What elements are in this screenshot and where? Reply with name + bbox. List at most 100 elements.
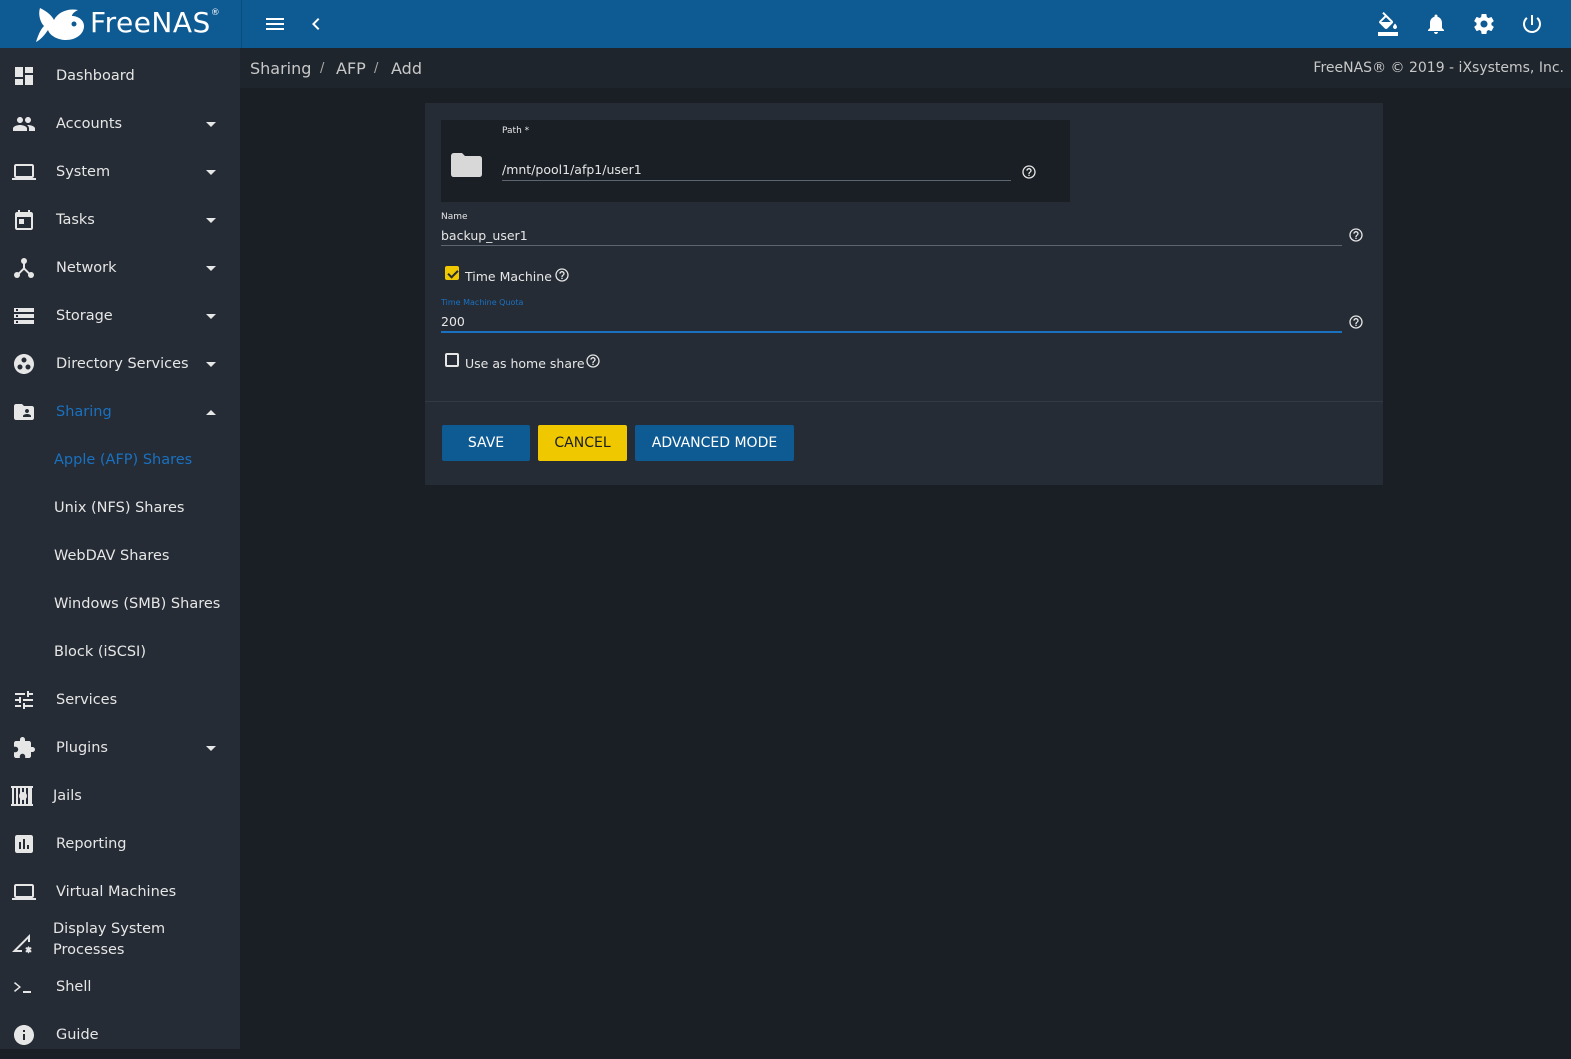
help-icon[interactable]: [1021, 164, 1037, 180]
sidebar-item-label: Display System Processes: [53, 921, 166, 958]
sidebar-subitem-smb-shares[interactable]: Windows (SMB) Shares: [0, 580, 240, 628]
sidebar-item-display-system-processes[interactable]: Display System Processes: [0, 914, 240, 966]
breadcrumb-add: Add: [391, 59, 422, 78]
cancel-button[interactable]: CANCEL: [538, 425, 627, 461]
chevron-down-icon: [206, 313, 216, 319]
chevron-left-icon[interactable]: [304, 12, 328, 36]
dashboard-icon: [12, 64, 36, 88]
sidebar-item-guide[interactable]: Guide: [0, 1011, 240, 1059]
help-icon[interactable]: [554, 267, 570, 283]
sidebar-subitem-iscsi[interactable]: Block (iSCSI): [0, 628, 240, 676]
power-icon[interactable]: [1520, 12, 1544, 36]
sidebar-item-virtual-machines[interactable]: Virtual Machines: [0, 868, 240, 916]
time-machine-quota-input[interactable]: 200: [441, 314, 465, 329]
accounts-icon: [12, 112, 36, 136]
home-share-label: Use as home share: [465, 356, 585, 371]
logo-area: FreeNAS®: [0, 0, 242, 48]
sidebar-item-label: Guide: [56, 1027, 99, 1043]
sidebar-item-services[interactable]: Services: [0, 676, 240, 724]
help-icon[interactable]: [1348, 314, 1364, 330]
chevron-down-icon: [206, 265, 216, 271]
calendar-icon: [12, 208, 36, 232]
sidebar-item-accounts[interactable]: Accounts: [0, 100, 240, 148]
jail-icon: [10, 784, 34, 808]
name-input[interactable]: backup_user1: [441, 228, 528, 243]
sidebar-subitem-nfs-shares[interactable]: Unix (NFS) Shares: [0, 484, 240, 532]
sidebar-item-shell[interactable]: Shell: [0, 963, 240, 1011]
advanced-mode-button[interactable]: ADVANCED MODE: [635, 425, 794, 461]
time-machine-quota-label: Time Machine Quota: [441, 298, 524, 307]
terminal-icon: [12, 975, 36, 999]
sidebar-subitem-webdav-shares[interactable]: WebDAV Shares: [0, 532, 240, 580]
chevron-up-icon: [206, 409, 216, 415]
sidebar-item-plugins[interactable]: Plugins: [0, 724, 240, 772]
laptop-icon: [12, 880, 36, 904]
logo-text: FreeNAS®: [90, 6, 221, 39]
sidebar-item-label: Plugins: [56, 740, 108, 756]
sidebar-item-label: Sharing: [56, 404, 112, 420]
freenas-logo-icon: [36, 8, 84, 42]
time-machine-checkbox[interactable]: [445, 266, 459, 280]
chevron-down-icon: [206, 169, 216, 175]
sidebar-item-directory-services[interactable]: Directory Services: [0, 340, 240, 388]
chevron-down-icon: [206, 121, 216, 127]
afp-share-form: Path * /mnt/pool1/afp1/user1 Name backup…: [425, 103, 1383, 485]
name-label: Name: [441, 212, 468, 222]
sidebar-item-network[interactable]: Network: [0, 244, 240, 292]
form-divider: [425, 401, 1383, 402]
sidebar-item-dashboard[interactable]: Dashboard: [0, 52, 240, 100]
sidebar-item-system[interactable]: System: [0, 148, 240, 196]
sidebar-subitem-label: Unix (NFS) Shares: [54, 500, 185, 516]
path-input[interactable]: /mnt/pool1/afp1/user1: [502, 162, 642, 177]
help-icon[interactable]: [585, 353, 601, 369]
chart-icon: [12, 832, 36, 856]
help-icon[interactable]: [1348, 227, 1364, 243]
processes-icon: [10, 930, 34, 954]
breadcrumb-afp[interactable]: AFP: [336, 59, 366, 78]
sidebar-subitem-afp-shares[interactable]: Apple (AFP) Shares: [0, 436, 240, 484]
gear-icon[interactable]: [1472, 12, 1496, 36]
menu-icon[interactable]: [263, 12, 287, 36]
chevron-down-icon: [206, 361, 216, 367]
storage-icon: [12, 304, 36, 328]
breadcrumb-sharing[interactable]: Sharing: [250, 59, 311, 78]
network-icon: [12, 256, 36, 280]
path-explorer: Path * /mnt/pool1/afp1/user1: [441, 120, 1070, 202]
sidebar-item-label: Virtual Machines: [56, 884, 177, 900]
folder-icon[interactable]: [451, 153, 482, 177]
sidebar-item-storage[interactable]: Storage: [0, 292, 240, 340]
sidebar-item-label: Services: [56, 692, 118, 708]
info-icon: [12, 1023, 36, 1047]
sidebar-item-label: Tasks: [56, 212, 95, 228]
sidebar-subitem-label: Windows (SMB) Shares: [54, 596, 221, 612]
theme-paint-icon[interactable]: [1376, 12, 1400, 36]
name-underline: [441, 245, 1342, 246]
time-machine-label: Time Machine: [465, 269, 552, 284]
breadcrumb-separator: /: [374, 61, 379, 76]
sidebar-item-tasks[interactable]: Tasks: [0, 196, 240, 244]
sidebar-item-label: Reporting: [56, 836, 127, 852]
chevron-down-icon: [206, 745, 216, 751]
directory-icon: [12, 352, 36, 376]
sidebar-subitem-label: Block (iSCSI): [54, 644, 146, 660]
sidebar-subitem-label: Apple (AFP) Shares: [54, 452, 193, 468]
time-machine-quota-underline: [441, 331, 1342, 333]
top-bar: FreeNAS®: [0, 0, 1571, 48]
sidebar-item-sharing[interactable]: Sharing: [0, 388, 240, 436]
path-label: Path *: [502, 126, 530, 136]
sidebar-item-label: Shell: [56, 979, 92, 995]
sidebar-item-label: Dashboard: [56, 68, 135, 84]
sidebar-item-reporting[interactable]: Reporting: [0, 820, 240, 868]
puzzle-icon: [12, 736, 36, 760]
sidebar-item-label: Network: [56, 260, 117, 276]
breadcrumb-separator: /: [320, 61, 325, 76]
shared-folder-icon: [12, 400, 36, 424]
sidebar-item-jails[interactable]: Jails: [0, 772, 240, 820]
sidebar-item-label: Directory Services: [56, 356, 189, 372]
save-button[interactable]: SAVE: [442, 425, 530, 461]
sidebar-item-label: Storage: [56, 308, 113, 324]
home-share-checkbox[interactable]: [445, 353, 459, 367]
sidebar-item-label: Accounts: [56, 116, 123, 132]
breadcrumb: Sharing / AFP / Add FreeNAS® © 2019 - iX…: [240, 48, 1571, 88]
bell-icon[interactable]: [1424, 12, 1448, 36]
